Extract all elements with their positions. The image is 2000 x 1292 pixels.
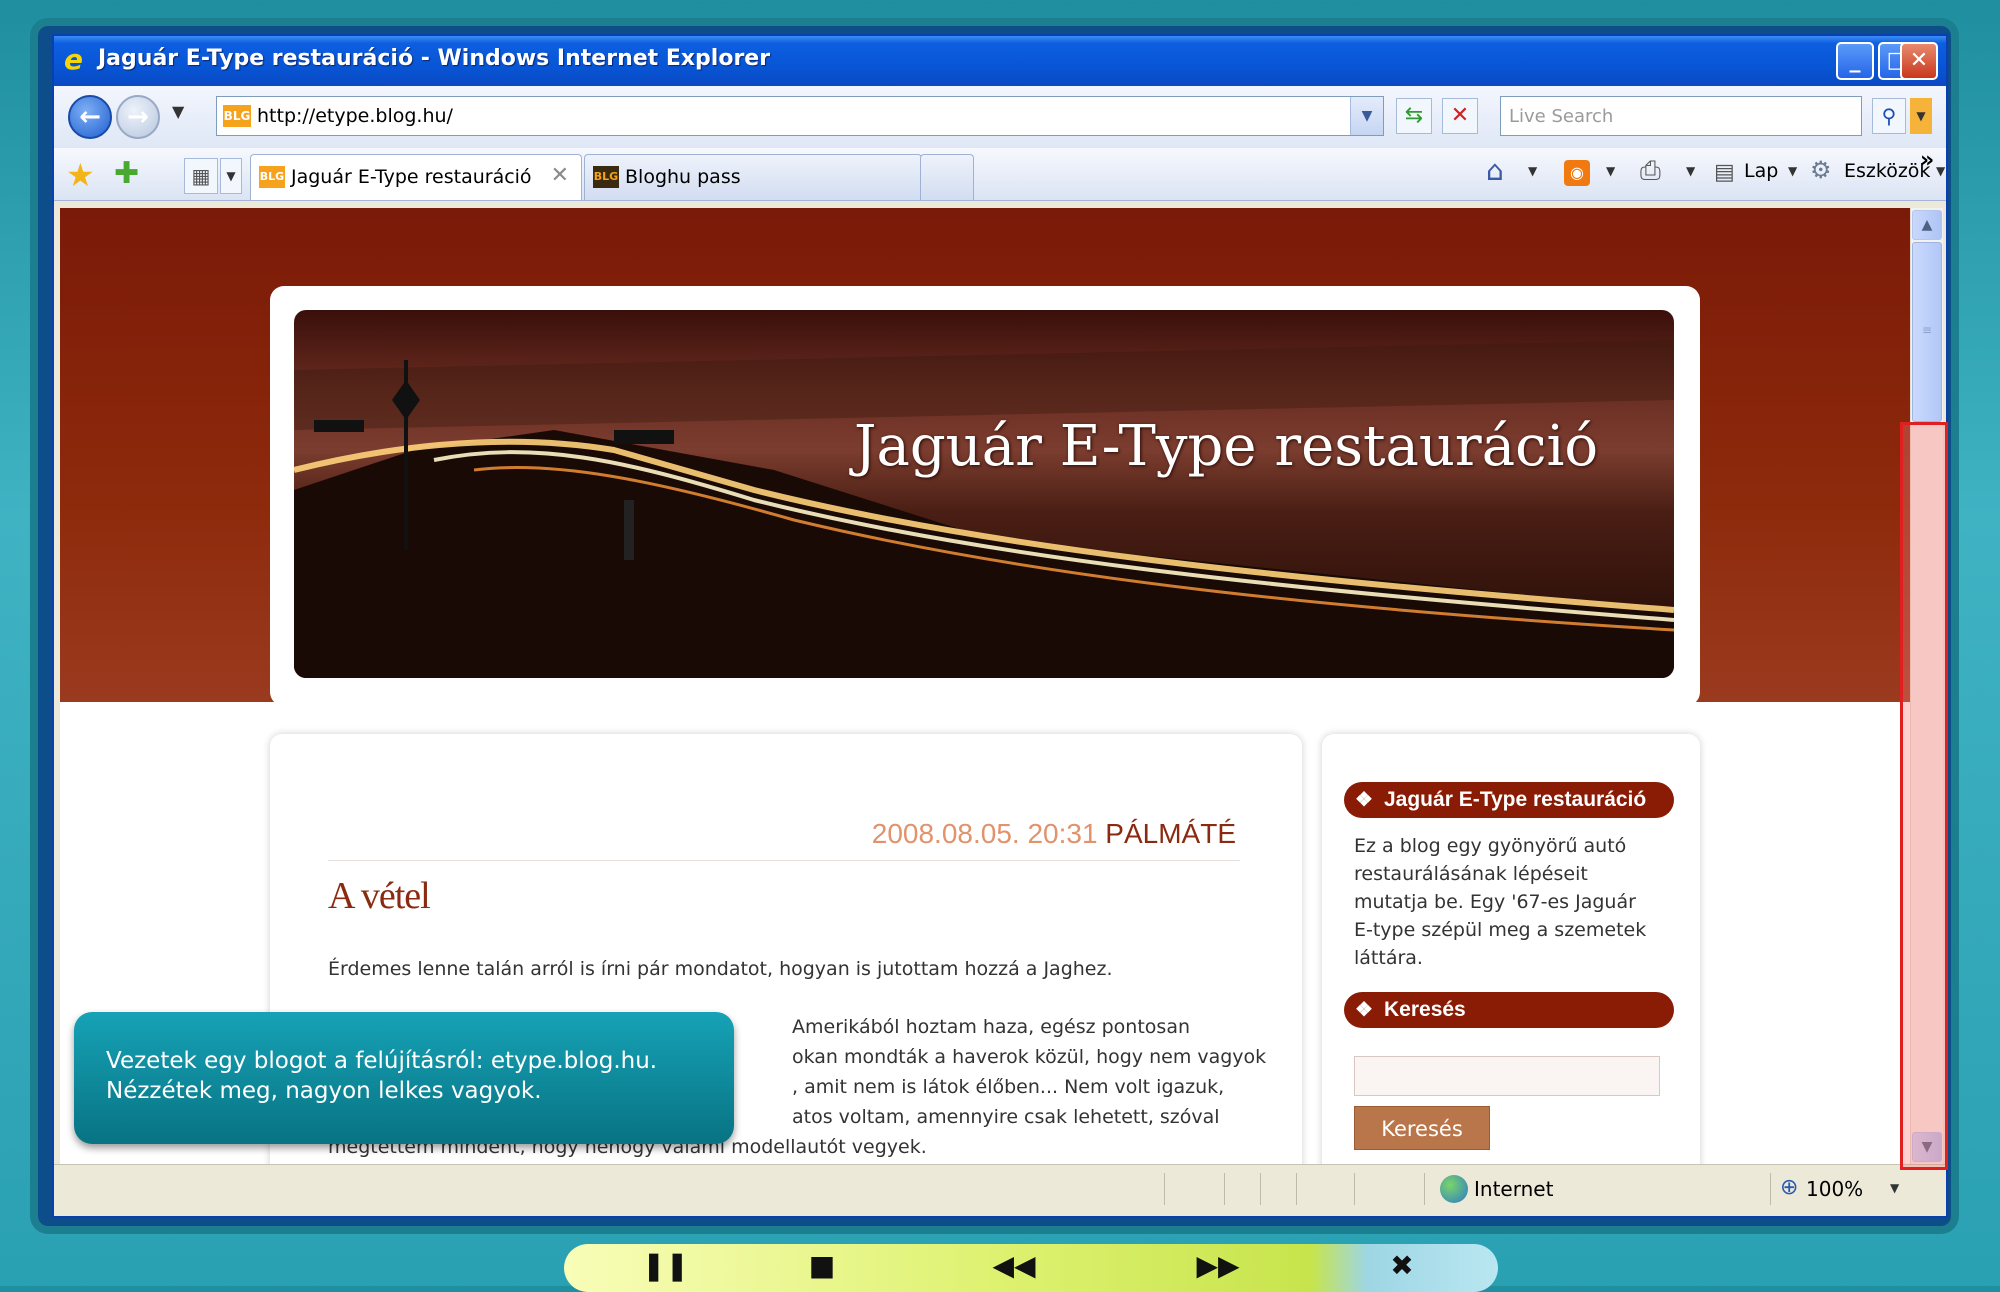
caption-line: Nézzétek meg, nagyon lelkes vagyok. <box>106 1078 542 1104</box>
tools-dropdown-icon[interactable]: ▼ <box>1936 164 1945 178</box>
blog-title[interactable]: Jaguár E-Type restauráció <box>854 414 1598 479</box>
night-road-image <box>294 340 1674 678</box>
new-tab-button[interactable] <box>920 154 974 200</box>
post-title[interactable]: A vétel <box>328 874 431 918</box>
tab-label: Bloghu pass <box>625 166 741 188</box>
sidebar-about-line: Ez a blog egy gyönyörű autó <box>1354 835 1627 857</box>
close-player-icon[interactable]: ✖ <box>1382 1248 1422 1284</box>
tools-gear-icon: ⚙ <box>1810 156 1832 184</box>
navigation-bar: ← → ▼ BLG http://etype.blog.hu/ ▼ ⇆ ✕ Li… <box>54 86 1946 148</box>
blog-search-input[interactable] <box>1354 1056 1660 1096</box>
minimize-button[interactable]: _ <box>1836 42 1874 80</box>
window-title: Jaguár E-Type restauráció - Windows Inte… <box>98 46 771 71</box>
zoom-icon[interactable]: ⊕ <box>1780 1175 1798 1200</box>
status-separator <box>1296 1173 1297 1205</box>
page-icon: ▤ <box>1714 160 1735 185</box>
post-date: 2008.08.05. 20:31 <box>871 818 1098 849</box>
close-tab-icon[interactable]: ✕ <box>551 163 569 188</box>
ie-logo-icon: e <box>64 43 83 76</box>
search-options-dropdown-icon[interactable]: ▼ <box>1910 98 1932 134</box>
address-text[interactable]: http://etype.blog.hu/ <box>257 105 453 127</box>
tab-list-dropdown-icon[interactable]: ▼ <box>220 158 242 194</box>
tab-jaguar[interactable]: BLG Jaguár E-Type restauráció ✕ <box>250 154 582 200</box>
header-banner-image <box>294 310 1674 678</box>
blog-favicon-icon: BLG <box>223 105 251 127</box>
sidebar-about-line: mutatja be. Egy '67-es Jaguár <box>1354 891 1636 913</box>
status-separator <box>1770 1173 1771 1205</box>
favorites-star-icon[interactable]: ★ <box>66 156 95 194</box>
add-favorite-icon[interactable]: ✚ <box>114 156 139 191</box>
print-dropdown-icon[interactable]: ▼ <box>1686 164 1695 178</box>
status-separator <box>1424 1173 1425 1205</box>
recent-pages-dropdown-icon[interactable]: ▼ <box>172 102 184 121</box>
tab-bloghu-pass[interactable]: BLG Bloghu pass <box>584 154 922 200</box>
status-separator <box>1260 1173 1261 1205</box>
forward-button[interactable]: → <box>116 95 160 139</box>
player-controls: ❚❚ ■ ◀◀ ▶▶ ✖ <box>564 1244 1498 1292</box>
search-icon[interactable]: ⚲ <box>1872 98 1906 134</box>
status-separator <box>1224 1173 1225 1205</box>
scroll-thumb[interactable]: ≡ <box>1912 242 1942 422</box>
address-dropdown-icon[interactable]: ▼ <box>1350 97 1383 135</box>
page-dropdown-icon[interactable]: ▼ <box>1788 164 1797 178</box>
blog-search-button[interactable]: Keresés <box>1354 1106 1490 1150</box>
quick-tabs-icon[interactable]: ▦ <box>184 158 218 194</box>
chevron-overflow-icon[interactable]: » <box>1920 148 1934 173</box>
sidebar-about-line: E-type szépül meg a szemetek <box>1354 919 1647 941</box>
search-input[interactable]: Live Search <box>1500 96 1862 136</box>
stop-icon[interactable]: ✕ <box>1442 98 1478 134</box>
blog-header-card: Jaguár E-Type restauráció <box>270 286 1700 706</box>
address-bar[interactable]: BLG http://etype.blog.hu/ ▼ <box>216 96 1384 136</box>
sidebar-search-heading: ❖ Keresés <box>1344 992 1674 1028</box>
forward-icon[interactable]: ▶▶ <box>1188 1248 1248 1284</box>
rewind-icon[interactable]: ◀◀ <box>984 1248 1044 1284</box>
post-paragraph-line: Amerikából hoztam haza, egész pontosan <box>792 1016 1190 1038</box>
feeds-dropdown-icon[interactable]: ▼ <box>1606 164 1615 178</box>
post-paragraph-line: Érdemes lenne talán arról is írni pár mo… <box>328 958 1113 980</box>
caption-line: Vezetek egy blogot a felújításról: etype… <box>106 1048 658 1074</box>
sidebar-about-heading: ❖ Jaguár E-Type restauráció <box>1344 782 1674 818</box>
sidebar-about-line: restaurálásának lépéseit <box>1354 863 1588 885</box>
feeds-icon[interactable]: ◉ <box>1564 160 1590 186</box>
home-icon[interactable]: ⌂ <box>1486 154 1504 187</box>
close-window-button[interactable]: ✕ <box>1900 42 1938 80</box>
scroll-up-icon[interactable]: ▲ <box>1912 210 1942 240</box>
tutorial-caption: Vezetek egy blogot a felújításról: etype… <box>74 1012 734 1144</box>
diamond-bullet-icon: ❖ <box>1355 999 1373 1021</box>
status-separator <box>1354 1173 1355 1205</box>
tools-menu[interactable]: Eszközök <box>1844 160 1930 182</box>
print-icon[interactable]: ⎙ <box>1640 156 1661 187</box>
page-menu[interactable]: Lap <box>1744 160 1778 182</box>
post-paragraph-line: , amit nem is látok élőben... Nem volt i… <box>792 1076 1225 1098</box>
post-meta: 2008.08.05. 20:31 PÁLMÁTÉ <box>872 818 1236 850</box>
tab-bar: ★ ✚ ▦ ▼ BLG Jaguár E-Type restauráció ✕ … <box>54 148 1946 201</box>
blog-favicon-icon: BLG <box>259 166 285 188</box>
stop-icon[interactable]: ■ <box>802 1248 842 1284</box>
post-paragraph-line: atos voltam, amennyire csak lehetett, sz… <box>792 1106 1220 1128</box>
home-dropdown-icon[interactable]: ▼ <box>1528 164 1537 178</box>
diamond-bullet-icon: ❖ <box>1355 789 1373 811</box>
title-bar: e Jaguár E-Type restauráció - Windows In… <box>54 36 1946 86</box>
sidebar-search-title: Keresés <box>1384 998 1466 1021</box>
post-paragraph-line: okan mondták a haverok közül, hogy nem v… <box>792 1046 1267 1068</box>
zoom-dropdown-icon[interactable]: ▼ <box>1890 1181 1899 1195</box>
security-zone[interactable]: Internet <box>1474 1177 1553 1201</box>
refresh-icon[interactable]: ⇆ <box>1396 98 1432 134</box>
sidebar-about-title: Jaguár E-Type restauráció <box>1384 788 1647 811</box>
pause-icon[interactable]: ❚❚ <box>642 1248 689 1284</box>
zoom-level[interactable]: 100% <box>1806 1177 1863 1201</box>
divider <box>328 860 1240 861</box>
back-button[interactable]: ← <box>68 95 112 139</box>
scrollbar-highlight <box>1900 422 1948 1170</box>
sidebar: ❖ Jaguár E-Type restauráció Ez a blog egy… <box>1322 734 1700 1164</box>
blog-favicon-icon: BLG <box>593 166 619 188</box>
status-separator <box>1164 1173 1165 1205</box>
post-author[interactable]: PÁLMÁTÉ <box>1105 818 1236 849</box>
tab-label: Jaguár E-Type restauráció <box>291 166 532 188</box>
status-bar: Internet ⊕ 100% ▼ <box>54 1164 1946 1213</box>
internet-globe-icon <box>1440 1175 1468 1203</box>
search-placeholder: Live Search <box>1509 106 1614 127</box>
sidebar-about-line: láttára. <box>1354 947 1423 969</box>
